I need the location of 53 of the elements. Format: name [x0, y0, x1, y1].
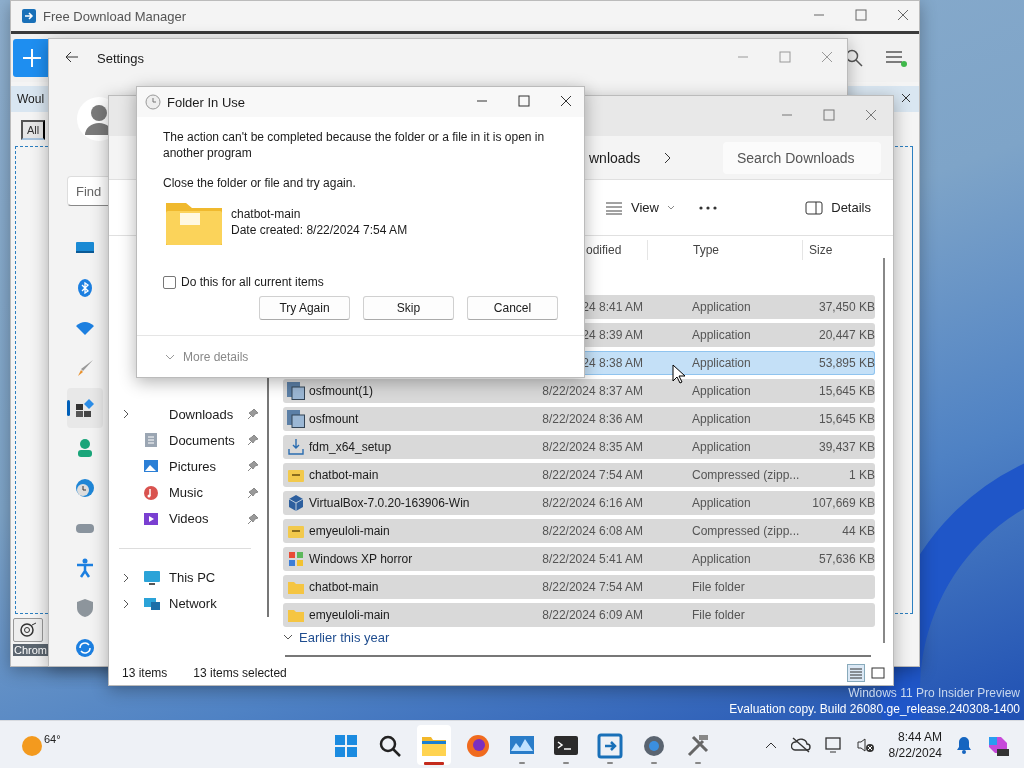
size-cell-text: 57,636 KB — [817, 552, 875, 566]
type-cell-text: Application — [691, 384, 752, 398]
size-cell-text: 15,645 KB — [817, 412, 875, 426]
file-name: chatbot-main — [231, 207, 302, 221]
window-title: Settings — [97, 50, 144, 66]
watermark-text: Evaluation copy. Build 26080.ge_release.240308-1400 — [729, 701, 1020, 717]
file-name: chatbot-main — [309, 580, 379, 594]
dialog-title: Folder In Use — [167, 94, 246, 110]
file-name: VirtualBox-7.0.20-163906-Win — [309, 496, 470, 510]
type-cell-text: File folder — [691, 580, 746, 594]
date-cell-text: 8/22/2024 6:08 AM — [541, 524, 644, 538]
file-name: osfmount(1) — [309, 384, 374, 398]
date-created: Date created: 8/22/2024 7:54 AM — [231, 223, 408, 237]
file-name: osfmount — [309, 412, 359, 426]
type-cell-text: Application — [691, 300, 752, 314]
type-cell-text: Application — [691, 328, 752, 342]
date-cell-text: 8/22/2024 6:09 AM — [541, 608, 644, 622]
size-cell-text: 44 KB — [841, 524, 875, 538]
date-cell-text: 8/22/2024 7:54 AM — [541, 468, 644, 482]
date-cell-text: 8/22/2024 8:36 AM — [541, 412, 644, 426]
hint-text: Close the folder or file and try again. — [163, 175, 357, 191]
error-message: The action can't be completed because the folder or a file in it is open in another program — [163, 129, 546, 161]
date-cell-text: 8/22/2024 6:16 AM — [541, 496, 644, 510]
banner-text: Woul — [17, 92, 45, 106]
size-cell-text: 39,437 KB — [817, 440, 875, 454]
type-cell-text: Application — [691, 356, 752, 370]
type-cell-text: Application — [691, 552, 752, 566]
date-cell-text: 8/22/2024 7:54 AM — [541, 580, 644, 594]
type-cell-text: Application — [691, 496, 752, 510]
window-title: Free Download Manager — [43, 8, 187, 24]
date-cell-text: 8/22/2024 8:35 AM — [541, 440, 644, 454]
size-cell-text: 53,895 KB — [817, 356, 875, 370]
type-cell-text: File folder — [691, 608, 746, 622]
file-name: Windows XP horror — [309, 552, 413, 566]
size-cell-text: 1 KB — [848, 468, 875, 482]
type-cell-text: Application — [691, 440, 752, 454]
file-name: emyeuloli-main — [309, 524, 390, 538]
browser-label: Chrom — [13, 644, 48, 656]
item-count: 13 items — [122, 666, 168, 680]
type-cell-text: Compressed (zipp... — [691, 468, 801, 482]
file-name: emyeuloli-main — [309, 608, 390, 622]
date-cell-text: 8/22/2024 8:37 AM — [541, 384, 644, 398]
file-name: fdm_x64_setup — [309, 440, 392, 454]
date-cell-text: 8/22/2024 5:41 AM — [541, 552, 644, 566]
type-cell-text: Application — [691, 412, 752, 426]
size-cell-text: 37,450 KB — [817, 300, 875, 314]
size-cell-text: 15,645 KB — [817, 384, 875, 398]
file-name: chatbot-main — [309, 468, 379, 482]
watermark-text: Windows 11 Pro Insider Preview — [848, 685, 1020, 701]
size-cell-text: 107,669 KB — [811, 496, 875, 510]
type-cell-text: Compressed (zipp... — [691, 524, 801, 538]
size-cell-text: 20,447 KB — [817, 328, 875, 342]
selection-count: 13 items selected — [193, 666, 287, 680]
